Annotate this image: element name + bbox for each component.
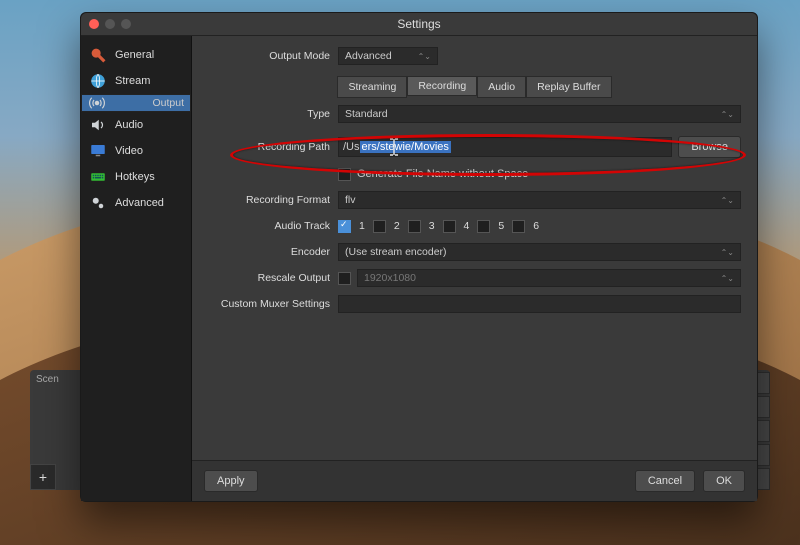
generate-filename-label: Generate File Name without Space xyxy=(357,168,528,180)
chevron-updown-icon: ⌃⌄ xyxy=(721,110,734,119)
type-label: Type xyxy=(208,108,338,120)
window-title: Settings xyxy=(81,17,757,31)
encoder-select[interactable]: (Use stream encoder) ⌃⌄ xyxy=(338,243,741,261)
path-selection: ers/stewie/Movies xyxy=(360,141,451,153)
keyboard-icon xyxy=(89,168,107,186)
sidebar-item-stream[interactable]: Stream xyxy=(81,68,191,94)
dialog-footer: Apply Cancel OK xyxy=(192,460,757,501)
output-mode-select[interactable]: Advanced ⌃⌄ xyxy=(338,47,438,65)
rescale-output-select: 1920x1080 ⌃⌄ xyxy=(357,269,741,287)
chevron-updown-icon: ⌃⌄ xyxy=(418,52,431,61)
recording-format-value: flv xyxy=(345,194,356,206)
sidebar-item-label: Stream xyxy=(115,75,150,87)
gears-icon xyxy=(89,194,107,212)
scenes-heading: Scen xyxy=(36,374,76,385)
globe-icon xyxy=(89,72,107,90)
rescale-output-checkbox[interactable] xyxy=(338,272,351,285)
titlebar: Settings xyxy=(81,13,757,36)
generate-filename-checkbox[interactable] xyxy=(338,168,351,181)
audio-track-6-checkbox[interactable] xyxy=(512,220,525,233)
tab-audio[interactable]: Audio xyxy=(477,76,526,98)
recording-type-value: Standard xyxy=(345,108,388,120)
audio-track-3-label: 3 xyxy=(429,220,435,232)
output-mode-label: Output Mode xyxy=(208,50,338,62)
sidebar-item-output[interactable]: Output xyxy=(81,94,191,112)
audio-track-5-label: 5 xyxy=(498,220,504,232)
sidebar-item-label: Audio xyxy=(115,119,143,131)
speaker-icon xyxy=(89,116,107,134)
sidebar-item-label: Video xyxy=(115,145,143,157)
cancel-button[interactable]: Cancel xyxy=(635,470,695,492)
apply-button[interactable]: Apply xyxy=(204,470,258,492)
settings-sidebar: General Stream Output xyxy=(81,36,192,501)
encoder-label: Encoder xyxy=(208,246,338,258)
encoder-value: (Use stream encoder) xyxy=(345,246,447,258)
sidebar-item-label: Output xyxy=(152,97,184,109)
rescale-placeholder: 1920x1080 xyxy=(364,272,416,284)
audio-track-1-checkbox[interactable] xyxy=(338,220,351,233)
custom-muxer-input[interactable] xyxy=(338,295,741,313)
monitor-icon xyxy=(89,142,107,160)
audio-track-6-label: 6 xyxy=(533,220,539,232)
tab-replay-buffer[interactable]: Replay Buffer xyxy=(526,76,611,98)
wrench-icon xyxy=(89,46,107,64)
sidebar-item-label: Advanced xyxy=(115,197,164,209)
chevron-updown-icon: ⌃⌄ xyxy=(721,274,734,283)
sidebar-item-advanced[interactable]: Advanced xyxy=(81,190,191,216)
sidebar-item-label: Hotkeys xyxy=(115,171,155,183)
recording-path-label: Recording Path xyxy=(208,141,338,153)
recording-type-select[interactable]: Standard ⌃⌄ xyxy=(338,105,741,123)
audio-track-group: 1 2 3 4 5 6 xyxy=(338,220,741,233)
sidebar-item-general[interactable]: General xyxy=(81,42,191,68)
audio-track-4-checkbox[interactable] xyxy=(443,220,456,233)
audio-track-3-checkbox[interactable] xyxy=(408,220,421,233)
sidebar-item-audio[interactable]: Audio xyxy=(81,112,191,138)
audio-track-2-checkbox[interactable] xyxy=(373,220,386,233)
custom-muxer-label: Custom Muxer Settings xyxy=(208,298,338,310)
sidebar-item-label: General xyxy=(115,49,154,61)
sidebar-item-video[interactable]: Video xyxy=(81,138,191,164)
add-scene-button[interactable]: + xyxy=(30,464,56,490)
audio-track-2-label: 2 xyxy=(394,220,400,232)
audio-track-4-label: 4 xyxy=(464,220,470,232)
chevron-updown-icon: ⌃⌄ xyxy=(721,248,734,257)
rescale-output-label: Rescale Output xyxy=(208,272,338,284)
broadcast-icon xyxy=(88,94,106,112)
recording-format-label: Recording Format xyxy=(208,194,338,206)
ok-button[interactable]: OK xyxy=(703,470,745,492)
recording-path-input[interactable]: /Users/stewie/Movies xyxy=(338,137,672,157)
tab-streaming[interactable]: Streaming xyxy=(337,76,407,98)
settings-window: Settings General Stream xyxy=(80,12,758,502)
tab-recording[interactable]: Recording xyxy=(407,76,477,96)
path-prefix: /Us xyxy=(343,141,360,153)
output-mode-value: Advanced xyxy=(345,50,392,62)
browse-button[interactable]: Browse xyxy=(678,136,741,158)
audio-track-5-checkbox[interactable] xyxy=(477,220,490,233)
audio-track-label: Audio Track xyxy=(208,220,338,232)
chevron-updown-icon: ⌃⌄ xyxy=(721,196,734,205)
audio-track-1-label: 1 xyxy=(359,220,365,232)
recording-format-select[interactable]: flv ⌃⌄ xyxy=(338,191,741,209)
sidebar-item-hotkeys[interactable]: Hotkeys xyxy=(81,164,191,190)
